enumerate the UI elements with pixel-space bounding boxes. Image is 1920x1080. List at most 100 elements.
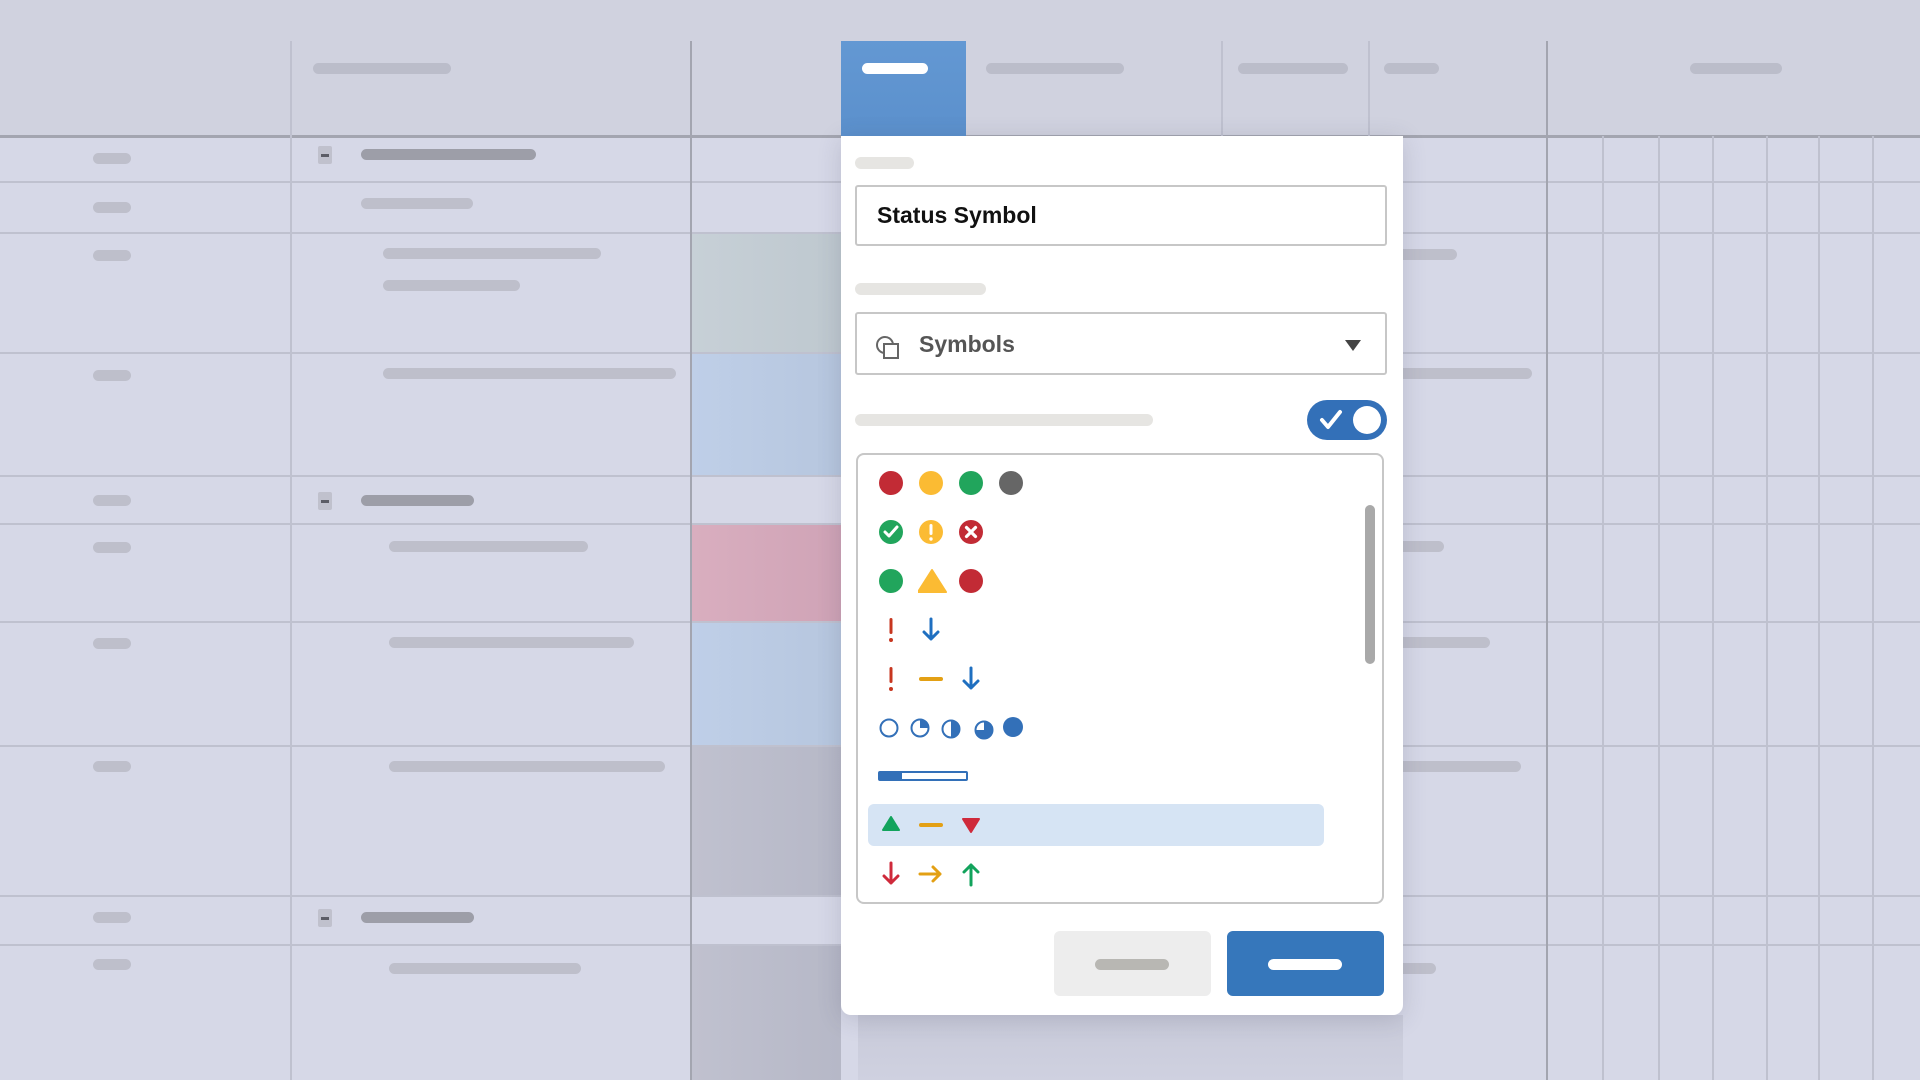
- column-header-placeholder[interactable]: [1690, 63, 1782, 74]
- row-number-placeholder: [93, 153, 131, 164]
- row-number-placeholder: [93, 370, 131, 381]
- progress-bar-fill: [880, 773, 902, 779]
- column-divider[interactable]: [690, 41, 692, 1080]
- triangle-up-icon: [882, 816, 900, 831]
- group-name-placeholder: [361, 495, 474, 506]
- row-number-placeholder: [93, 495, 131, 506]
- row-color-cell[interactable]: [692, 945, 841, 1080]
- ok-label-placeholder: [1268, 959, 1342, 970]
- popup-shadow: [858, 1015, 1403, 1080]
- column-type-dropdown[interactable]: Symbols: [855, 312, 1387, 375]
- gantt-divider: [1712, 136, 1714, 1080]
- group-name-placeholder: [361, 149, 536, 160]
- symbol-set-option-priority-two[interactable]: [868, 609, 1324, 651]
- harvey-100-icon: [1003, 717, 1023, 737]
- check-circle-icon: [879, 520, 903, 544]
- symbol-set-option-trend-arrows[interactable]: [868, 853, 1324, 895]
- row-number-placeholder: [93, 202, 131, 213]
- column-header-placeholder[interactable]: [1384, 63, 1439, 74]
- harvey-25-icon: [910, 718, 930, 738]
- filled-circle-icon: [879, 569, 903, 593]
- symbol-set-option-priority-three[interactable]: [868, 658, 1324, 700]
- symbol-set-option-status-badges[interactable]: [868, 511, 1324, 553]
- row-number-placeholder: [93, 250, 131, 261]
- toggle-knob: [1353, 406, 1381, 434]
- row-number-placeholder: [93, 638, 131, 649]
- column-header-placeholder[interactable]: [986, 63, 1124, 74]
- option-toggle[interactable]: [1307, 400, 1387, 440]
- arrow-up-icon: [962, 863, 980, 887]
- task-name-placeholder: [383, 248, 601, 259]
- collapse-toggle[interactable]: [318, 492, 332, 510]
- dropdown-selected-value: Symbols: [919, 331, 1015, 357]
- filled-circle-icon: [999, 471, 1023, 495]
- row-number-placeholder: [93, 761, 131, 772]
- symbols-icon: [876, 336, 899, 359]
- collapse-toggle[interactable]: [318, 909, 332, 927]
- exclamation-circle-icon: [919, 520, 943, 544]
- filled-circle-icon: [919, 471, 943, 495]
- scrollbar-thumb[interactable]: [1365, 505, 1375, 664]
- row-color-cell[interactable]: [692, 622, 841, 746]
- column-header-placeholder[interactable]: [313, 63, 451, 74]
- gantt-divider: [1602, 136, 1604, 1080]
- filled-circle-icon: [879, 471, 903, 495]
- task-name-placeholder: [389, 963, 581, 974]
- column-header-placeholder[interactable]: [1238, 63, 1348, 74]
- task-name-placeholder: [361, 198, 473, 209]
- filled-circle-icon: [959, 569, 983, 593]
- harvey-0-icon: [879, 718, 899, 738]
- symbol-set-option-progress-bar[interactable]: [868, 755, 1324, 797]
- column-divider[interactable]: [290, 41, 292, 1080]
- column-properties-popup: Symbols: [841, 136, 1403, 1015]
- row-color-cell[interactable]: [692, 524, 841, 622]
- chevron-down-icon: [1345, 340, 1361, 351]
- triangle-down-icon: [962, 818, 980, 833]
- symbol-set-option-colored-dots[interactable]: [868, 462, 1324, 504]
- triangle-icon: [918, 569, 947, 593]
- column-header-label-placeholder: [862, 63, 928, 74]
- symbol-set-option-harvey-balls[interactable]: [868, 707, 1324, 749]
- symbol-set-list[interactable]: [856, 453, 1384, 904]
- column-name-input[interactable]: [855, 185, 1387, 246]
- task-name-placeholder: [389, 761, 665, 772]
- gantt-divider: [1658, 136, 1660, 1080]
- symbol-set-option-shapes[interactable]: [868, 560, 1324, 602]
- arrow-down-icon: [922, 617, 940, 641]
- selected-column-header[interactable]: [841, 41, 966, 136]
- arrow-down-icon: [962, 666, 980, 690]
- row-color-cell[interactable]: [692, 746, 841, 896]
- gantt-divider: [1872, 136, 1874, 1080]
- harvey-75-icon: [974, 720, 994, 740]
- gantt-divider: [1766, 136, 1768, 1080]
- exclamation-icon: [889, 618, 893, 642]
- check-icon: [1320, 410, 1342, 429]
- symbol-set-option-trend-triangles[interactable]: [868, 804, 1324, 846]
- ok-button[interactable]: [1227, 931, 1384, 996]
- collapse-toggle[interactable]: [318, 146, 332, 164]
- row-number-placeholder: [93, 959, 131, 970]
- row-color-cell[interactable]: [692, 233, 841, 353]
- exclamation-icon: [889, 667, 893, 691]
- task-name-placeholder: [383, 280, 520, 291]
- task-name-placeholder: [383, 368, 676, 379]
- task-name-placeholder: [389, 637, 634, 648]
- harvey-50-icon: [941, 719, 961, 739]
- group-name-placeholder: [361, 912, 474, 923]
- filled-circle-icon: [959, 471, 983, 495]
- dash-icon: [919, 823, 943, 827]
- row-number-placeholder: [93, 542, 131, 553]
- x-circle-icon: [959, 520, 983, 544]
- toggle-label-placeholder: [855, 414, 1153, 426]
- row-color-cell[interactable]: [692, 353, 841, 476]
- arrow-right-icon: [918, 865, 942, 883]
- cancel-button[interactable]: [1054, 931, 1211, 996]
- dash-icon: [919, 677, 943, 681]
- row-number-placeholder: [93, 912, 131, 923]
- progress-bar-icon: [878, 771, 968, 781]
- column-divider[interactable]: [1546, 41, 1548, 1080]
- task-name-placeholder: [389, 541, 588, 552]
- cancel-label-placeholder: [1095, 959, 1169, 970]
- arrow-down-icon: [882, 861, 900, 885]
- type-label-placeholder: [855, 283, 986, 295]
